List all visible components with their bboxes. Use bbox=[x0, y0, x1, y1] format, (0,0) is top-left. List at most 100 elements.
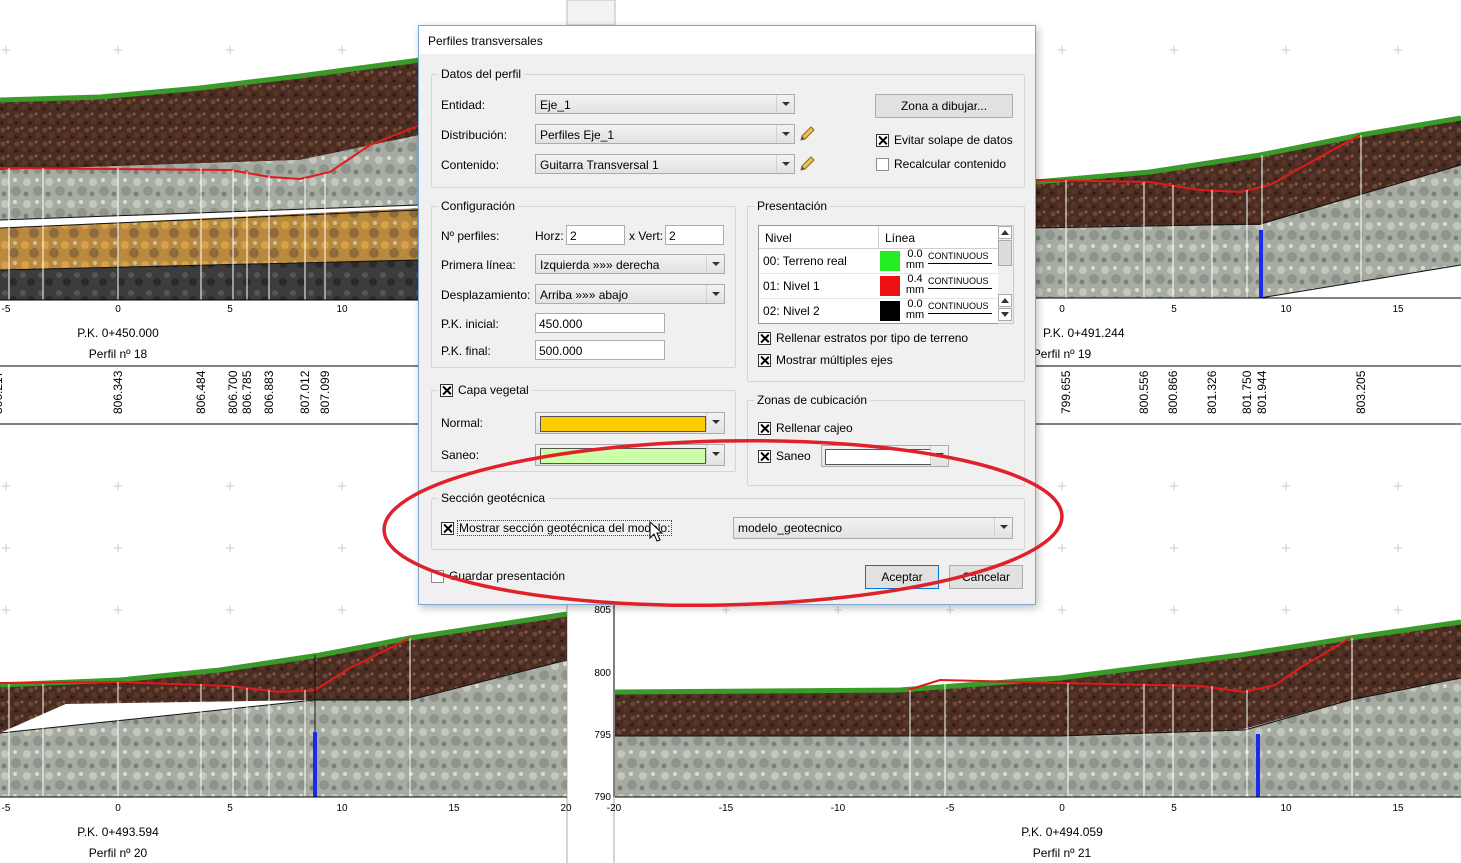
axis-tick-label: 0 bbox=[1059, 803, 1065, 814]
axis-tick-label: 20 bbox=[560, 803, 572, 814]
rellenar-estratos-label: Rellenar estratos por tipo de terreno bbox=[776, 331, 969, 345]
distribucion-select[interactable]: Perfiles Eje_1 bbox=[535, 124, 795, 144]
line-width: 0.0 mm bbox=[904, 299, 926, 321]
mostrar-geotecnica-checkbox[interactable] bbox=[441, 522, 454, 535]
profile-number-label: Perfil nº 20 bbox=[89, 846, 148, 860]
datos-perfil-legend: Datos del perfil bbox=[438, 67, 525, 81]
horz-value: 2 bbox=[570, 229, 577, 243]
profile-number-label: Perfil nº 21 bbox=[1033, 846, 1092, 860]
profile-number-label: Perfil nº 18 bbox=[89, 347, 148, 361]
line-width-unit: mm bbox=[905, 284, 925, 296]
profile-21-drawing bbox=[613, 603, 1461, 798]
primera-linea-value: Izquierda »»» derecha bbox=[540, 258, 660, 272]
table-row[interactable]: 00: Terreno real 0.0 mm CONTINUOUS bbox=[759, 249, 999, 274]
chevron-down-icon bbox=[776, 95, 794, 113]
entidad-select[interactable]: Eje_1 bbox=[535, 94, 795, 114]
evitar-solape-checkbox[interactable] bbox=[876, 134, 889, 147]
elevation-label: 806.700 bbox=[226, 370, 240, 414]
nivel-name: 00: Terreno real bbox=[763, 254, 847, 268]
chevron-down-icon bbox=[930, 446, 948, 464]
elevation-label: 806.343 bbox=[111, 370, 125, 414]
capa-vegetal-checkbox[interactable] bbox=[440, 384, 453, 397]
axis-tick-label: 5 bbox=[1171, 304, 1177, 315]
line-color-swatch[interactable] bbox=[880, 276, 900, 296]
rellenar-cajeo-checkbox[interactable] bbox=[758, 422, 771, 435]
normal-label: Normal: bbox=[441, 416, 484, 430]
station-label: P.K. 0+494.059 bbox=[1021, 825, 1103, 839]
profile-18-drawing bbox=[0, 57, 421, 425]
aceptar-button[interactable]: Aceptar bbox=[865, 565, 939, 589]
zona-dibujar-button[interactable]: Zona a dibujar... bbox=[875, 94, 1013, 118]
col-nivel-label: Nivel bbox=[765, 231, 792, 245]
column-header-linea[interactable]: Línea bbox=[879, 226, 999, 249]
line-color-swatch[interactable] bbox=[880, 251, 900, 271]
axis-tick-label: 15 bbox=[1392, 803, 1404, 814]
line-color-swatch[interactable] bbox=[880, 301, 900, 321]
scroll-up-arrow-icon[interactable] bbox=[998, 226, 1012, 239]
pk-inicial-input[interactable]: 450.000 bbox=[535, 313, 665, 333]
profile-20-drawing bbox=[0, 611, 568, 798]
axis-tick-label: 15 bbox=[1392, 304, 1404, 315]
axis-tick-label: -20 bbox=[607, 803, 622, 814]
elevation-label: 800.556 bbox=[1137, 370, 1151, 414]
guardar-presentacion-checkbox[interactable] bbox=[431, 570, 444, 583]
axis-tick-label: 0 bbox=[115, 304, 121, 315]
zonas-saneo-color-select[interactable] bbox=[821, 445, 949, 467]
elevation-label: 806.883 bbox=[262, 370, 276, 414]
table-row[interactable]: 02: Nivel 2 0.0 mm CONTINUOUS bbox=[759, 299, 999, 323]
elevation-label: 803.205 bbox=[1354, 370, 1368, 414]
axis-tick-label: 800 bbox=[594, 668, 611, 679]
line-type: CONTINUOUS bbox=[928, 251, 992, 264]
elevation-label: 806.484 bbox=[194, 370, 208, 414]
pk-final-input[interactable]: 500.000 bbox=[535, 340, 665, 360]
axis-tick-label: 5 bbox=[1171, 803, 1177, 814]
niveles-table: Nivel Línea 00: Terreno real 0.0 mm CONTINU… bbox=[758, 225, 1000, 324]
axis-tick-label: 15 bbox=[448, 803, 460, 814]
zonas-saneo-checkbox[interactable] bbox=[758, 450, 771, 463]
entidad-label: Entidad: bbox=[441, 98, 486, 112]
elevation-label: 799.655 bbox=[1059, 370, 1073, 414]
cancelar-button[interactable]: Cancelar bbox=[949, 565, 1023, 589]
entidad-value: Eje_1 bbox=[540, 98, 571, 112]
line-width-unit: mm bbox=[905, 259, 925, 271]
primera-linea-select[interactable]: Izquierda »»» derecha bbox=[535, 254, 725, 274]
chevron-down-icon bbox=[706, 285, 724, 303]
horz-input[interactable]: 2 bbox=[566, 225, 625, 245]
station-label: P.K. 0+491.244 bbox=[1043, 326, 1125, 340]
contenido-label: Contenido: bbox=[441, 158, 500, 172]
scroll-down-arrow-icon[interactable] bbox=[998, 308, 1012, 321]
column-header-nivel[interactable]: Nivel bbox=[759, 226, 879, 249]
zonas-cubicacion-group: Zonas de cubicación bbox=[747, 393, 1025, 486]
multiples-ejes-label: Mostrar múltiples ejes bbox=[776, 353, 893, 367]
edit-contenido-pencil-icon[interactable] bbox=[798, 155, 816, 173]
niveles-table-scrollbar[interactable] bbox=[998, 225, 1014, 324]
normal-color-select[interactable] bbox=[535, 412, 725, 434]
perfiles-transversales-dialog: Perfiles transversales Datos del perfil … bbox=[418, 25, 1036, 605]
zonas-saneo-color-swatch bbox=[825, 449, 931, 465]
evitar-solape-label: Evitar solape de datos bbox=[894, 133, 1013, 147]
axis-tick-label: 10 bbox=[336, 304, 348, 315]
axis-tick-label: 795 bbox=[594, 730, 611, 741]
desplazamiento-select[interactable]: Arriba »»» abajo bbox=[535, 284, 725, 304]
modelo-geotecnico-select[interactable]: modelo_geotecnico bbox=[733, 517, 1013, 539]
line-width: 0.0 mm bbox=[904, 249, 926, 271]
vert-input[interactable]: 2 bbox=[665, 225, 724, 245]
saneo-color-select[interactable] bbox=[535, 444, 725, 466]
scroll-up-arrow-icon[interactable] bbox=[998, 294, 1012, 307]
edit-distribucion-pencil-icon[interactable] bbox=[798, 125, 816, 143]
rellenar-cajeo-label: Rellenar cajeo bbox=[776, 421, 853, 435]
num-perfiles-label: Nº perfiles: bbox=[441, 229, 500, 243]
elevation-label: 800.866 bbox=[1166, 370, 1180, 414]
saneo-color-swatch bbox=[540, 448, 706, 464]
contenido-value: Guitarra Transversal 1 bbox=[540, 158, 659, 172]
multiples-ejes-checkbox[interactable] bbox=[758, 354, 771, 367]
axis-tick-label: 10 bbox=[1280, 803, 1292, 814]
mostrar-geotecnica-label: Mostrar sección geotécnica del modelo: bbox=[457, 520, 673, 536]
recalcular-checkbox[interactable] bbox=[876, 158, 889, 171]
profile-number-label: Perfil nº 19 bbox=[1033, 347, 1092, 361]
table-row[interactable]: 01: Nivel 1 0.4 mm CONTINUOUS bbox=[759, 274, 999, 299]
rellenar-estratos-checkbox[interactable] bbox=[758, 332, 771, 345]
contenido-select[interactable]: Guitarra Transversal 1 bbox=[535, 154, 795, 174]
scroll-thumb[interactable] bbox=[998, 240, 1012, 266]
presentacion-legend: Presentación bbox=[754, 199, 831, 213]
